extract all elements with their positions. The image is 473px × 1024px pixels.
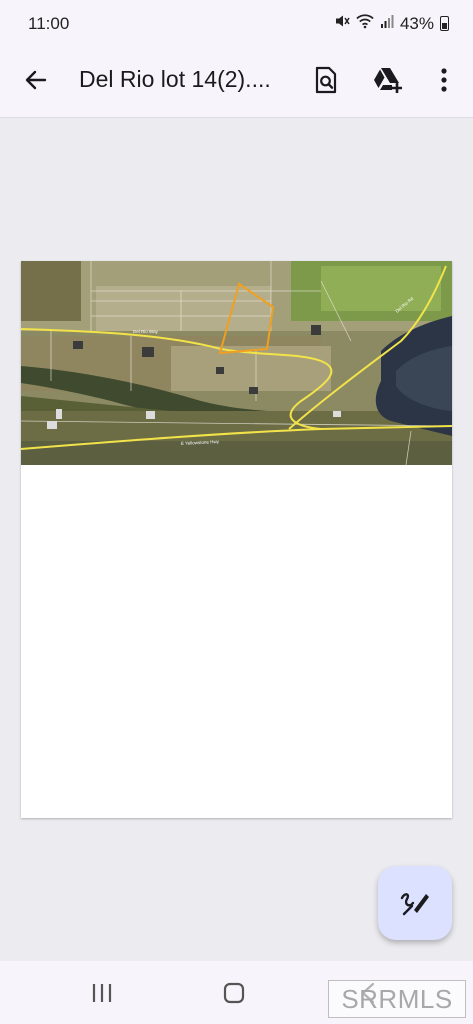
search-document-icon <box>315 66 337 94</box>
battery-percent: 43% <box>399 13 434 33</box>
annotate-pen-icon <box>400 893 429 916</box>
more-options-button[interactable] <box>424 60 464 100</box>
annotate-fab-button[interactable] <box>378 866 452 940</box>
watermark: SRRMLS <box>328 980 466 1018</box>
arrow-back-icon <box>25 70 47 90</box>
recents-icon <box>92 984 112 1002</box>
signal-icon <box>380 13 394 34</box>
document-title: Del Rio lot 14(2).... <box>79 66 271 92</box>
wifi-icon <box>356 13 374 34</box>
back-button[interactable] <box>16 60 56 100</box>
status-bar: 11:00 43% <box>0 0 473 50</box>
aerial-map-image: Del Rio Way E Yellowstone Hwy Del Rio Rd <box>21 261 452 465</box>
document-page[interactable]: Del Rio Way E Yellowstone Hwy Del Rio Rd <box>21 261 452 818</box>
app-bar: Del Rio lot 14(2).... <box>0 50 473 118</box>
home-button[interactable] <box>212 973 256 1013</box>
more-options-icon <box>441 68 447 92</box>
status-time: 11:00 <box>28 14 70 33</box>
add-to-drive-icon <box>374 68 402 93</box>
mute-icon <box>334 13 350 34</box>
battery-icon <box>440 16 449 31</box>
status-icons: 43% <box>334 13 449 34</box>
document-viewer[interactable]: Del Rio Way E Yellowstone Hwy Del Rio Rd <box>0 119 473 961</box>
recents-button[interactable] <box>80 973 124 1013</box>
search-document-button[interactable] <box>306 60 346 100</box>
map-label-road-top: Del Rio Way <box>133 329 159 334</box>
home-icon <box>223 982 245 1004</box>
add-to-drive-button[interactable] <box>368 60 408 100</box>
